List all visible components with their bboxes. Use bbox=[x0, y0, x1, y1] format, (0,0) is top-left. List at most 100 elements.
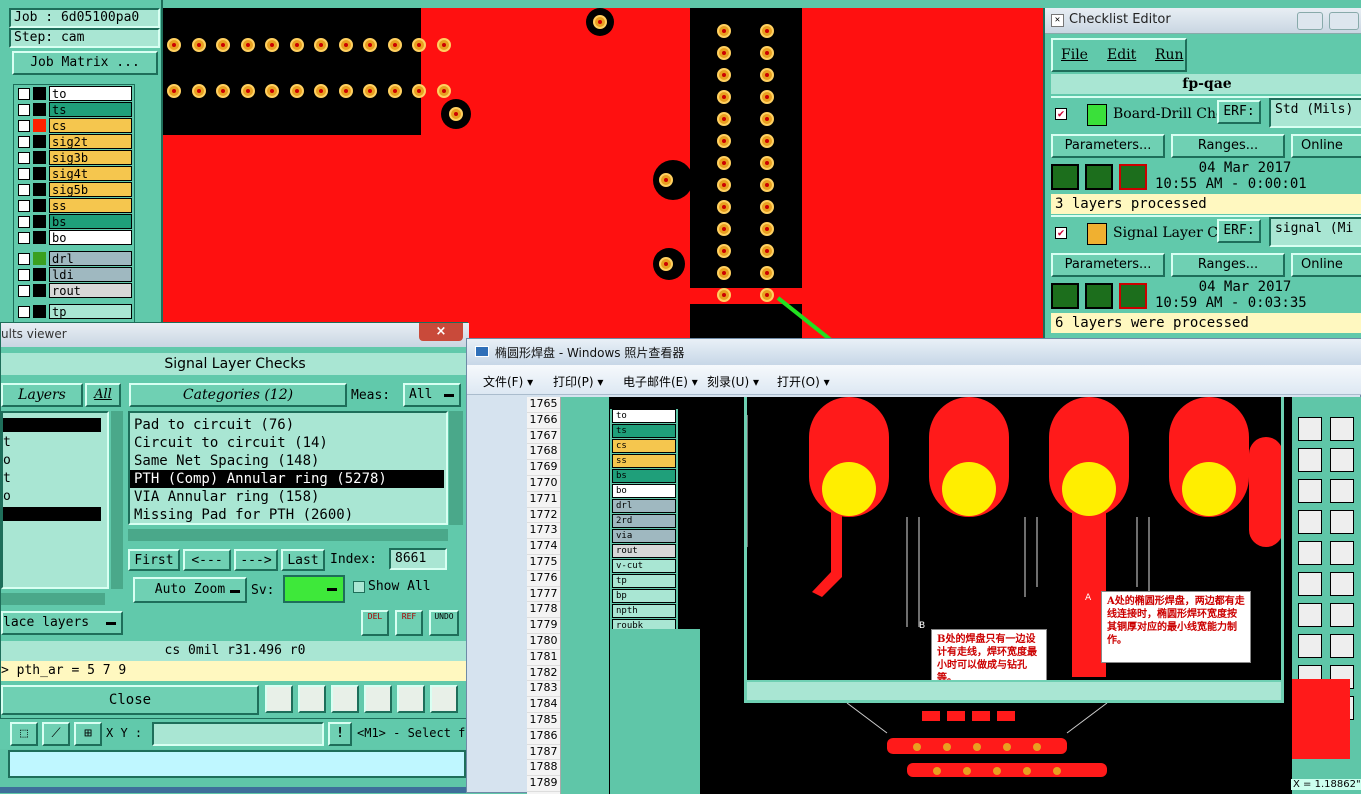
delete-report-icon[interactable] bbox=[298, 685, 326, 713]
run-icon[interactable] bbox=[1085, 283, 1113, 309]
layer-checkbox[interactable] bbox=[18, 88, 30, 100]
photo-menu-item-3[interactable]: 刻录(U) ▾ bbox=[707, 373, 759, 390]
layers-scrollbar[interactable] bbox=[111, 411, 123, 589]
layer-row-sig2t[interactable]: sig2t bbox=[16, 134, 132, 149]
layer-checkbox[interactable] bbox=[18, 168, 30, 180]
layer-checkbox[interactable] bbox=[18, 285, 30, 297]
category-list[interactable]: Pad to circuit (76) Circuit to circuit (1… bbox=[128, 411, 448, 525]
info-icon[interactable]: ! bbox=[328, 722, 352, 746]
minimize-button[interactable] bbox=[1297, 12, 1323, 30]
layer-checkbox[interactable] bbox=[18, 136, 30, 148]
delete-tool-button[interactable]: DEL bbox=[361, 610, 389, 636]
histogram-icon[interactable] bbox=[430, 685, 458, 713]
erf-value[interactable]: Std (Mils) bbox=[1269, 98, 1361, 128]
step-report-icon[interactable] bbox=[364, 685, 392, 713]
menu-run[interactable]: Run bbox=[1155, 47, 1184, 63]
place-layers-select[interactable]: lace layers bbox=[1, 611, 123, 635]
layer-row-ldi[interactable]: ldi bbox=[16, 267, 132, 282]
layer-row-tp[interactable]: tp bbox=[16, 304, 132, 319]
photo-menu-item-2[interactable]: 电子邮件(E) ▾ bbox=[623, 373, 698, 390]
category-item[interactable]: Missing Pad for PTH (2600) bbox=[130, 506, 444, 524]
ref-tool-button[interactable]: REF bbox=[395, 610, 423, 636]
category-item[interactable]: PTH (Comp) Annular ring (5278) bbox=[130, 470, 444, 488]
photo-menu-item-0[interactable]: 文件(F) ▾ bbox=[483, 373, 533, 390]
layer-checkbox[interactable] bbox=[18, 184, 30, 196]
next-button[interactable]: ---> bbox=[234, 549, 278, 571]
parameters-button[interactable]: Parameters... bbox=[1051, 134, 1165, 158]
category-item[interactable]: Same Net Spacing (148) bbox=[130, 452, 444, 470]
undo-tool-button[interactable]: UNDO bbox=[429, 610, 459, 636]
layer-checkbox[interactable] bbox=[18, 216, 30, 228]
layer-row-bs[interactable]: bs bbox=[16, 214, 132, 229]
layer-checkbox[interactable] bbox=[18, 269, 30, 281]
layers-all-button[interactable]: All bbox=[85, 383, 121, 407]
layer-row-drl[interactable]: drl bbox=[16, 251, 132, 266]
maximize-button[interactable] bbox=[1329, 12, 1359, 30]
online-button[interactable]: Online bbox=[1291, 253, 1361, 277]
check-enable-icon[interactable]: ✔ bbox=[1055, 108, 1067, 120]
first-button[interactable]: First bbox=[128, 549, 180, 571]
auto-zoom-select[interactable]: Auto Zoom bbox=[133, 577, 247, 603]
layers-tab[interactable]: Layers bbox=[1, 383, 83, 407]
meas-select[interactable]: All bbox=[403, 383, 461, 407]
erf-button[interactable]: ERF: bbox=[1217, 100, 1261, 124]
menu-file[interactable]: File bbox=[1061, 47, 1088, 63]
check-title[interactable]: Signal Layer Ch bbox=[1113, 225, 1227, 241]
erf-value[interactable]: signal (Mi bbox=[1269, 217, 1361, 247]
layer-list-item[interactable]: t bbox=[3, 434, 101, 452]
layer-list-item[interactable]: t bbox=[3, 470, 101, 488]
layer-row-sig5b[interactable]: sig5b bbox=[16, 182, 132, 197]
photo-menu-item-4[interactable]: 打开(O) ▾ bbox=[777, 373, 830, 390]
checklist-titlebar[interactable]: ✕ Checklist Editor bbox=[1045, 8, 1361, 34]
cam-canvas[interactable] bbox=[163, 8, 1043, 338]
online-button[interactable]: Online bbox=[1291, 134, 1361, 158]
layer-row-rout[interactable]: rout bbox=[16, 283, 132, 298]
category-item[interactable]: Circuit to circuit (14) bbox=[130, 434, 444, 452]
category-hscroll[interactable] bbox=[128, 529, 448, 541]
check-enable-icon[interactable]: ✔ bbox=[1055, 227, 1067, 239]
layer-row-sig4t[interactable]: sig4t bbox=[16, 166, 132, 181]
xy-input[interactable] bbox=[152, 722, 324, 746]
layer-report-icon[interactable] bbox=[265, 685, 293, 713]
results-titlebar[interactable]: ults viewer × bbox=[1, 323, 469, 347]
layer-checkbox[interactable] bbox=[18, 152, 30, 164]
show-all-checkbox[interactable] bbox=[353, 581, 365, 593]
menu-edit[interactable]: Edit bbox=[1107, 47, 1136, 63]
stop-icon[interactable] bbox=[1119, 164, 1147, 190]
photo-titlebar[interactable]: 椭圆形焊盘 - Windows 照片查看器 bbox=[467, 339, 1361, 365]
grid-icon[interactable]: ⊞ bbox=[74, 722, 102, 746]
sv-color-select[interactable] bbox=[283, 575, 345, 603]
close-button[interactable]: Close bbox=[1, 685, 259, 715]
layer-row-sig3b[interactable]: sig3b bbox=[16, 150, 132, 165]
last-button[interactable]: Last bbox=[281, 549, 325, 571]
layers-list[interactable]: toto bbox=[1, 411, 109, 589]
parameters-button[interactable]: Parameters... bbox=[1051, 253, 1165, 277]
photo-menu-item-1[interactable]: 打印(P) ▾ bbox=[553, 373, 603, 390]
ranges-button[interactable]: Ranges... bbox=[1171, 253, 1285, 277]
erf-button[interactable]: ERF: bbox=[1217, 219, 1261, 243]
layers-hscroll[interactable] bbox=[1, 593, 105, 605]
layer-checkbox[interactable] bbox=[18, 306, 30, 318]
categories-header[interactable]: Categories (12) bbox=[129, 383, 347, 407]
zoom-box-icon[interactable]: ⬚ bbox=[10, 722, 38, 746]
stop-icon[interactable] bbox=[1119, 283, 1147, 309]
layer-row-to[interactable]: to bbox=[16, 86, 132, 101]
layer-checkbox[interactable] bbox=[18, 253, 30, 265]
job-matrix-button[interactable]: Job Matrix ... bbox=[12, 51, 158, 75]
run-icon[interactable] bbox=[1051, 164, 1079, 190]
run-icon[interactable] bbox=[1085, 164, 1113, 190]
layer-row-ts[interactable]: ts bbox=[16, 102, 132, 117]
close-window-button[interactable]: × bbox=[419, 323, 463, 341]
layer-checkbox[interactable] bbox=[18, 104, 30, 116]
layer-checkbox[interactable] bbox=[18, 200, 30, 212]
index-input[interactable]: 8661 bbox=[389, 548, 447, 570]
layer-list-item[interactable]: o bbox=[3, 452, 101, 470]
run-icon[interactable] bbox=[1051, 283, 1079, 309]
check-title[interactable]: Board-Drill Che bbox=[1113, 106, 1224, 122]
layer-row-bo[interactable]: bo bbox=[16, 230, 132, 245]
category-vscroll[interactable] bbox=[449, 411, 463, 525]
category-item[interactable]: VIA Annular ring (158) bbox=[130, 488, 444, 506]
measure-icon[interactable]: ⟋ bbox=[42, 722, 70, 746]
ranges-button[interactable]: Ranges... bbox=[1171, 134, 1285, 158]
layer-checkbox[interactable] bbox=[18, 232, 30, 244]
